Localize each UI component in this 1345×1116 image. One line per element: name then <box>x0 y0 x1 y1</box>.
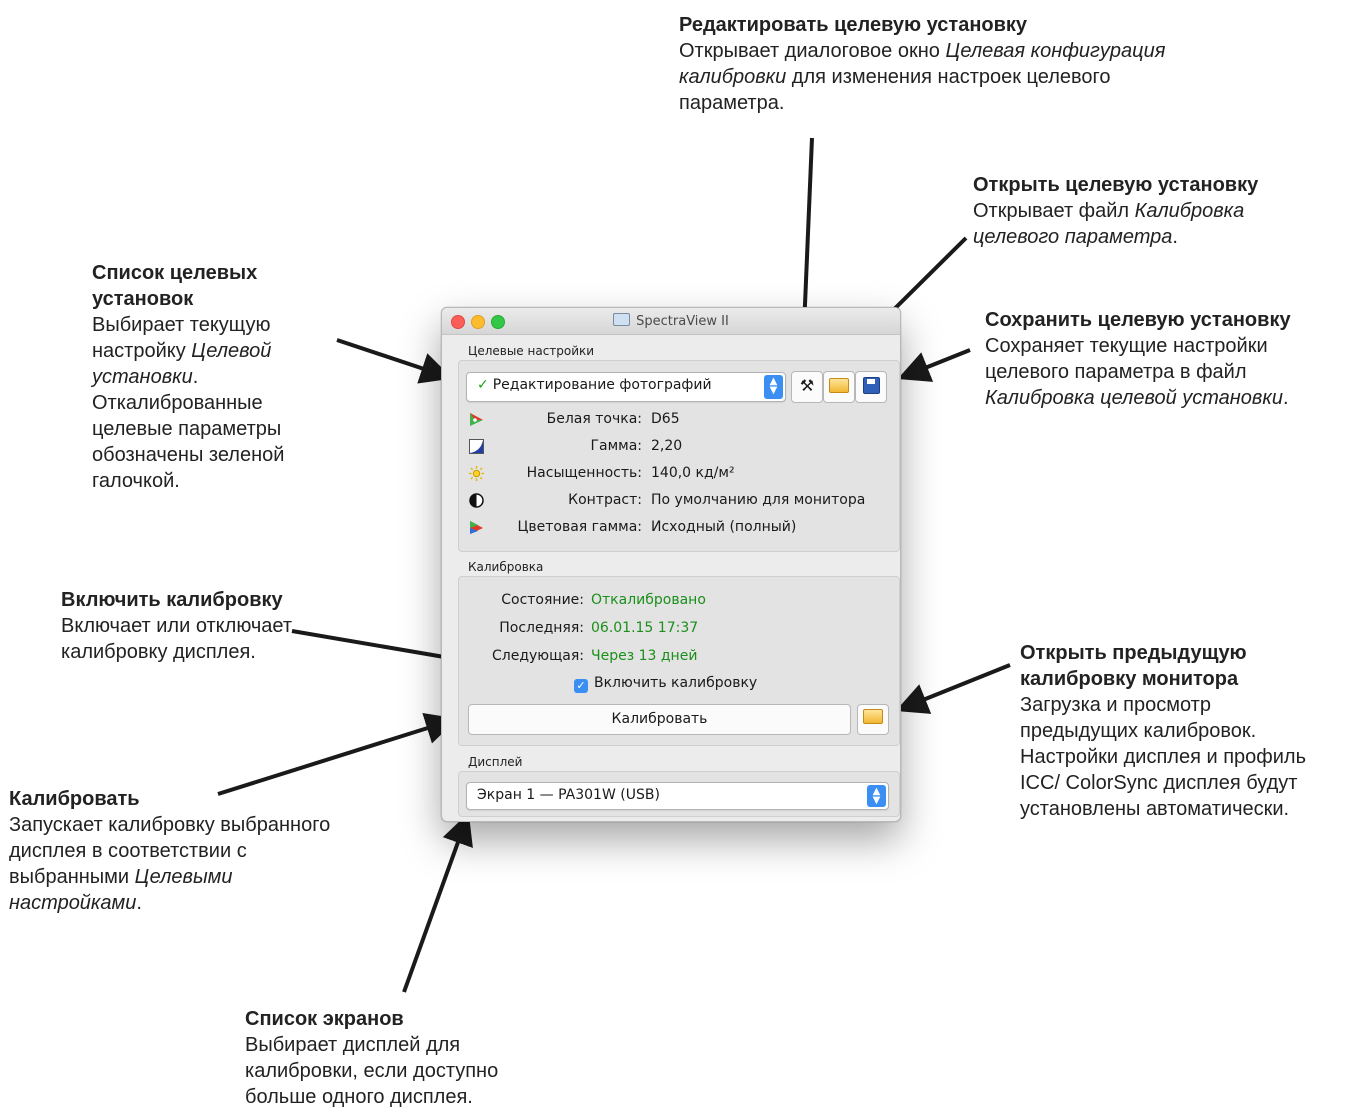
contrast-icon <box>469 493 484 508</box>
chevron-updown-icon: ▲ ▼ <box>764 375 783 399</box>
calibrated-check-icon: ✓ <box>477 377 489 393</box>
edit-target-button[interactable]: ⚒ <box>791 371 823 403</box>
chevron-updown-icon: ▲ ▼ <box>867 785 886 807</box>
window-title: SpectraView II <box>442 313 900 329</box>
display-section-label: Дисплей <box>468 755 523 769</box>
save-target-button[interactable] <box>855 371 887 403</box>
setting-row-gamma: Гамма: 2,20 <box>458 436 898 458</box>
calibration-last-row: Последняя: 06.01.15 17:37 <box>499 620 699 636</box>
arrow-screens <box>402 812 473 993</box>
save-disk-icon <box>862 377 880 394</box>
window-titlebar: SpectraView II <box>442 308 900 335</box>
setting-row-brightness: Насыщенность: 140,0 кд/м² <box>458 463 898 485</box>
target-select[interactable]: ✓ Редактирование фотографий ▲ ▼ <box>466 372 786 402</box>
enable-calibration-checkbox[interactable]: ✓ Включить калибровку <box>574 675 757 693</box>
setting-row-color-gamut: Цветовая гамма: Исходный (полный) <box>458 517 898 539</box>
calibration-next-row: Следующая: Через 13 дней <box>492 648 698 664</box>
calibration-section-label: Калибровка <box>468 560 544 574</box>
arrow-calibrate <box>217 712 458 796</box>
targets-section-label: Целевые настройки <box>468 344 595 358</box>
color-gamut-icon <box>470 521 483 534</box>
setting-row-white-point: Белая точка: D65 <box>458 409 898 431</box>
white-point-icon <box>470 413 483 426</box>
open-target-button[interactable] <box>823 371 855 403</box>
arrow-target-list <box>336 338 453 384</box>
checkmark-icon: ✓ <box>574 679 588 693</box>
setting-row-contrast: Контраст: По умолчанию для монитора <box>458 490 898 512</box>
folder-icon <box>863 709 883 724</box>
tools-icon: ⚒ <box>799 376 815 395</box>
gamma-icon <box>469 439 484 454</box>
calibration-status-row: Состояние: Откалибровано <box>501 592 706 608</box>
arrow-open-previous <box>895 663 1011 714</box>
open-previous-calibration-button[interactable] <box>857 704 889 735</box>
calibrate-button[interactable]: Калибровать <box>468 704 851 735</box>
display-select[interactable]: Экран 1 — PA301W (USB) ▲ ▼ <box>466 782 889 810</box>
spectraview-window: SpectraView II Целевые настройки ✓ Редакт… <box>441 307 901 822</box>
brightness-icon <box>469 466 484 481</box>
arrow-save-target <box>897 348 971 382</box>
spectraview-app-icon <box>613 313 631 326</box>
folder-icon <box>829 378 849 393</box>
